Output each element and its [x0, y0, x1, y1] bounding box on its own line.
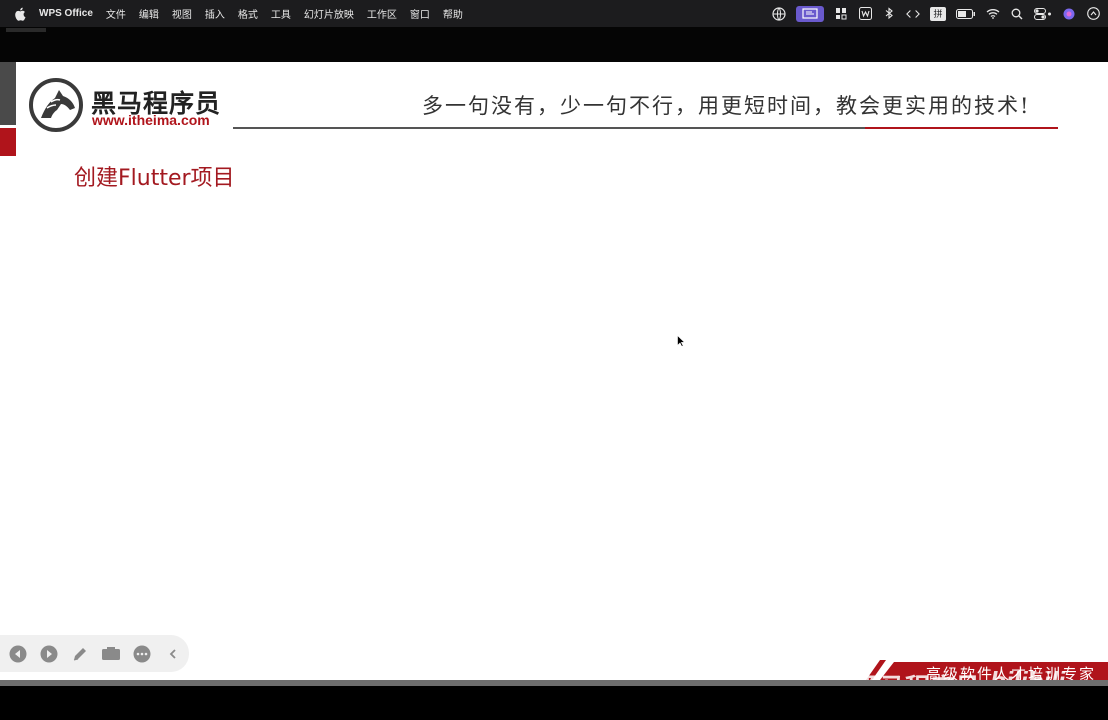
menu-tools[interactable]: 工具 [271, 6, 291, 21]
slide-canvas: 黑马程序员 www.itheima.com 多一句没有，少一句不行，用更短时间，… [0, 62, 1108, 680]
menu-format[interactable]: 格式 [238, 6, 258, 21]
previous-slide-icon[interactable] [8, 644, 28, 664]
menu-edit[interactable]: 编辑 [139, 6, 159, 21]
brand-url: www.itheima.com [92, 112, 210, 128]
battery-icon[interactable] [956, 7, 976, 21]
header-rule-grey [233, 127, 865, 129]
menu-workspace[interactable]: 工作区 [367, 6, 397, 21]
header-rule-red [865, 127, 1058, 129]
mouse-cursor-icon [677, 335, 685, 347]
menu-file[interactable]: 文件 [106, 6, 126, 21]
bluetooth-icon[interactable] [882, 7, 896, 21]
horse-logo-icon [29, 78, 83, 132]
menu-window[interactable]: 窗口 [410, 6, 430, 21]
presentation-controls [0, 635, 189, 672]
apple-icon[interactable] [13, 7, 27, 21]
menu-help[interactable]: 帮助 [443, 6, 463, 21]
pen-icon[interactable] [70, 644, 90, 664]
slide-title: 创建Flutter项目 [74, 166, 235, 191]
globe-icon[interactable] [772, 6, 786, 21]
screen-share-icon[interactable] [796, 5, 824, 22]
menu-insert[interactable]: 插入 [205, 6, 225, 21]
code-icon[interactable] [906, 7, 920, 21]
app-name-menu[interactable]: WPS Office [39, 8, 93, 19]
menu-bar: WPS Office 文件 编辑 视图 插入 格式 工具 幻灯片放映 工作区 窗… [0, 0, 1108, 27]
watermark-brand: 黑马程序员 [855, 668, 980, 680]
toolbar-remnant [6, 28, 46, 32]
input-method-icon[interactable]: 拼 [930, 6, 946, 21]
search-icon[interactable] [1010, 7, 1024, 21]
next-slide-icon[interactable] [39, 644, 59, 664]
watermark-bilibili: bilibili [990, 666, 1065, 680]
siri-icon[interactable] [1062, 7, 1076, 21]
menu-view[interactable]: 视图 [172, 6, 192, 21]
menu-slideshow[interactable]: 幻灯片放映 [304, 6, 354, 21]
bookmark-icon[interactable] [834, 7, 848, 21]
more-icon[interactable] [132, 644, 152, 664]
status-area: 拼 [772, 0, 1100, 27]
control-center-icon[interactable] [1034, 7, 1052, 21]
left-accent-grey [0, 62, 16, 125]
collapse-icon[interactable] [163, 644, 183, 664]
letterbox-bottom [0, 686, 1108, 720]
left-accent-red [0, 128, 16, 156]
screen-icon[interactable] [101, 644, 121, 664]
wifi-icon[interactable] [986, 7, 1000, 21]
input-method-label: 拼 [933, 9, 943, 19]
window-toolbar [0, 27, 1108, 62]
slogan-text: 多一句没有，少一句不行，用更短时间，教会更实用的技术! [422, 94, 1031, 118]
wps-icon[interactable] [858, 7, 872, 21]
user-icon[interactable] [1086, 7, 1100, 21]
